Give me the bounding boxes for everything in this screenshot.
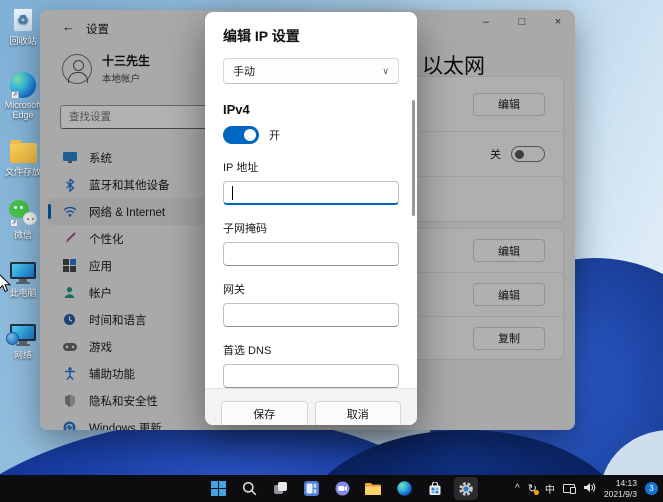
chevron-down-icon: ∨ — [382, 65, 389, 76]
folder-icon — [9, 140, 37, 163]
display-cast-icon[interactable] — [562, 484, 576, 494]
ip-address-input[interactable] — [223, 181, 399, 205]
ip-address-label: IP 地址 — [223, 162, 259, 174]
chat-icon — [335, 481, 349, 496]
settings-button[interactable] — [454, 477, 478, 500]
edit-ip-dialog: 编辑 IP 设置 手动 ∨ IPv4 开 IP 地址 子网掩码 网关 首选 DN… — [205, 12, 417, 425]
desktop: ♻ 回收站 ↗ Microsoft Edge 文件存放 ↗ 微信 此电脑 网络 — [0, 0, 663, 502]
ipv4-toggle-label: 开 — [269, 130, 280, 142]
chat-button[interactable] — [330, 477, 354, 500]
tray-chevron-icon[interactable]: ^ — [515, 483, 520, 494]
preferred-dns-input[interactable] — [223, 364, 399, 388]
edge-icon — [396, 481, 412, 496]
mouse-cursor — [0, 274, 12, 298]
task-view-button[interactable] — [268, 477, 292, 500]
desktop-icon-label: 此电脑 — [9, 288, 37, 298]
desktop-icon-network[interactable]: 网络 — [2, 324, 44, 361]
sync-status-icon[interactable]: ↻ — [528, 482, 540, 495]
save-button[interactable]: 保存 — [221, 401, 308, 425]
subnet-mask-input[interactable] — [223, 242, 399, 266]
desktop-icon-label: 文件存放 — [4, 167, 41, 177]
volume-icon[interactable] — [583, 480, 596, 498]
ipv4-toggle[interactable] — [223, 126, 259, 144]
search-button[interactable] — [237, 477, 261, 500]
widgets-icon — [303, 481, 319, 496]
desktop-icon-label: Microsoft Edge — [4, 100, 42, 120]
gateway-label: 网关 — [223, 284, 245, 296]
dialog-scrollbar[interactable] — [412, 100, 415, 216]
recycle-bin-icon: ♻ — [13, 8, 33, 32]
taskbar: ^ ↻ 中 14:13 2021/9/3 3 — [0, 475, 663, 502]
system-tray: ^ ↻ 中 14:13 2021/9/3 3 — [515, 475, 658, 502]
desktop-icon-edge[interactable]: ↗ Microsoft Edge — [2, 72, 44, 120]
text-caret — [232, 185, 233, 200]
network-icon — [6, 324, 36, 346]
taskbar-clock[interactable]: 14:13 2021/9/3 — [604, 478, 637, 499]
gear-icon — [459, 481, 473, 496]
desktop-icon-label: 网络 — [13, 350, 32, 360]
cancel-button[interactable]: 取消 — [314, 401, 401, 425]
ip-mode-select[interactable]: 手动 ∨ — [223, 58, 399, 84]
this-pc-icon — [10, 262, 36, 284]
dialog-title: 编辑 IP 设置 — [223, 28, 300, 44]
shortcut-arrow-icon: ↗ — [10, 219, 18, 227]
subnet-mask-label: 子网掩码 — [223, 223, 267, 235]
file-explorer-button[interactable] — [361, 477, 385, 500]
desktop-icon-wechat[interactable]: ↗ 微信 — [2, 200, 44, 241]
clock-time: 14:13 — [615, 477, 637, 488]
ip-mode-value: 手动 — [233, 66, 255, 78]
store-icon — [429, 481, 441, 495]
notification-badge[interactable]: 3 — [645, 482, 658, 495]
desktop-icon-label: 回收站 — [9, 36, 37, 46]
desktop-icon-folder[interactable]: 文件存放 — [2, 138, 44, 178]
task-view-icon — [273, 482, 287, 494]
file-explorer-icon — [365, 483, 381, 495]
desktop-icon-recycle-bin[interactable]: ♻ 回收站 — [2, 8, 44, 47]
widgets-button[interactable] — [299, 477, 323, 500]
store-button[interactable] — [423, 477, 447, 500]
desktop-icon-label: 微信 — [13, 230, 32, 240]
start-button[interactable] — [206, 477, 230, 500]
search-icon — [242, 481, 256, 496]
gateway-input[interactable] — [223, 303, 399, 327]
ime-indicator[interactable]: 中 — [545, 481, 555, 496]
windows-logo-icon — [210, 481, 226, 496]
clock-date: 2021/9/3 — [603, 488, 637, 499]
ipv4-heading: IPv4 — [223, 102, 250, 117]
dialog-footer: 保存 取消 — [205, 388, 417, 425]
edge-button[interactable] — [392, 477, 416, 500]
preferred-dns-label: 首选 DNS — [223, 345, 272, 357]
shortcut-arrow-icon: ↗ — [11, 91, 19, 99]
